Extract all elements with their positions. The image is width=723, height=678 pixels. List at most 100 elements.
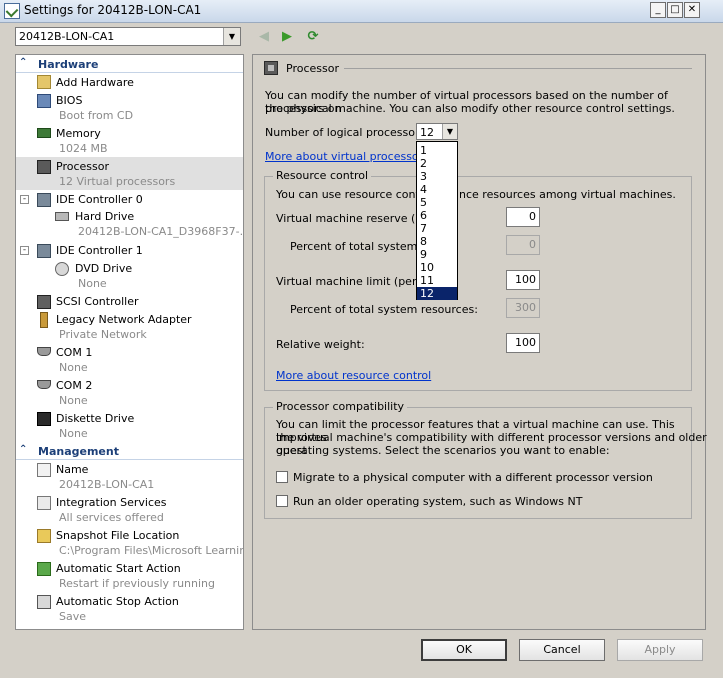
vm-selector[interactable]: 20412B-LON-CA1 ▼ [15,27,241,46]
sidebar-item-detail: None [59,427,88,440]
hardware-section-header[interactable]: ⌃ Hardware [16,56,243,73]
header-divider [344,68,692,69]
diskette-icon [37,412,51,426]
sidebar-item-detail: None [59,361,88,374]
dropdown-option[interactable]: 7 [417,222,457,235]
logical-processors-dropdown-list: 1 2 3 4 5 6 7 8 9 10 11 12 [416,141,458,300]
older-os-checkbox[interactable] [276,495,288,507]
dropdown-option[interactable]: 11 [417,274,457,287]
resource-control-desc-right: nce resources among virtual machines. [459,188,676,201]
vm-selector-value: 20412B-LON-CA1 [19,30,115,43]
sidebar-item-label: Name [56,463,89,476]
sidebar-item-automatic-stop-action[interactable]: Automatic Stop Action Save [16,594,243,624]
com-port-icon [37,347,51,356]
sidebar-item-hard-drive[interactable]: Hard Drive 20412B-LON-CA1_D3968F37-... [16,209,243,239]
sidebar-item-label: Automatic Stop Action [56,595,179,608]
management-section-header[interactable]: ⌃ Management [16,443,243,460]
processor-intro-line-2: the physical machine. You can also modif… [265,102,675,115]
sidebar-item-dvd-drive[interactable]: DVD Drive None [16,261,243,291]
dropdown-option[interactable]: 5 [417,196,457,209]
forward-arrow-icon[interactable]: ▶ [278,28,296,46]
resource-control-title: Resource control [273,169,372,182]
chevron-down-icon[interactable]: ▼ [223,28,240,45]
dropdown-option[interactable]: 9 [417,248,457,261]
older-os-checkbox-label[interactable]: Run an older operating system, such as W… [293,495,582,508]
stop-action-icon [37,595,51,609]
sidebar-item-name[interactable]: Name 20412B-LON-CA1 [16,462,243,492]
collapse-node-icon[interactable]: - [20,246,29,255]
sidebar-item-automatic-start-action[interactable]: Automatic Start Action Restart if previo… [16,561,243,591]
scsi-controller-icon [37,295,51,309]
sidebar-item-detail: Private Network [59,328,147,341]
dropdown-option-selected[interactable]: 12 [417,287,457,300]
collapse-node-icon[interactable]: - [20,195,29,204]
migrate-checkbox[interactable] [276,471,288,483]
sidebar-item-detail: 20412B-LON-CA1 [59,478,155,491]
sidebar-item-diskette-drive[interactable]: Diskette Drive None [16,411,243,441]
sidebar-item-label: COM 1 [56,346,93,359]
sidebar-item-legacy-network-adapter[interactable]: Legacy Network Adapter Private Network [16,312,243,342]
sidebar-item-add-hardware[interactable]: Add Hardware [16,75,243,91]
dropdown-option[interactable]: 4 [417,183,457,196]
sidebar-item-label: Add Hardware [56,76,134,89]
maximize-button[interactable]: □ [667,2,683,18]
vm-limit-input[interactable]: 100 [506,270,540,290]
sidebar-item-label: Hard Drive [75,210,135,223]
dvd-drive-icon [55,262,69,276]
sidebar-item-integration-services[interactable]: Integration Services All services offere… [16,495,243,525]
sidebar-item-label: BIOS [56,94,83,107]
back-arrow-icon[interactable]: ◀ [255,28,273,46]
dropdown-option[interactable]: 3 [417,170,457,183]
sidebar-item-ide-controller-1[interactable]: - IDE Controller 1 [16,243,243,259]
sidebar-item-detail: None [78,277,107,290]
sidebar-item-com-2[interactable]: COM 2 None [16,378,243,408]
limit-percent-value: 300 [506,298,540,318]
dropdown-option[interactable]: 8 [417,235,457,248]
snapshot-folder-icon [37,529,51,543]
sidebar-item-label: IDE Controller 0 [56,193,143,206]
sidebar-item-com-1[interactable]: COM 1 None [16,345,243,375]
memory-icon [37,128,51,138]
collapse-icon[interactable]: ⌃ [19,444,27,455]
apply-button[interactable]: Apply [617,639,703,661]
sidebar-item-memory[interactable]: Memory 1024 MB [16,126,243,156]
sidebar-item-detail: 1024 MB [59,142,108,155]
settings-tree: ⌃ Hardware Add Hardware BIOS Boot from C… [15,54,244,630]
migrate-checkbox-label[interactable]: Migrate to a physical computer with a di… [293,471,653,484]
ok-button[interactable]: OK [421,639,507,661]
relative-weight-input[interactable]: 100 [506,333,540,353]
vm-reserve-label: Virtual machine reserve (perc [276,212,440,225]
dropdown-option[interactable]: 10 [417,261,457,274]
name-icon [37,463,51,477]
close-button[interactable]: ✕ [684,2,700,18]
sidebar-item-processor[interactable]: Processor 12 Virtual processors [16,157,243,190]
more-about-virtual-processors-link[interactable]: More about virtual processors [265,150,429,163]
sidebar-item-detail: C:\Program Files\Microsoft Learnin... [59,544,244,557]
sidebar-item-detail: 20412B-LON-CA1_D3968F37-... [78,225,244,238]
cancel-button[interactable]: Cancel [519,639,605,661]
sidebar-item-label: SCSI Controller [56,295,139,308]
sidebar-item-label: Diskette Drive [56,412,135,425]
logical-processors-select[interactable]: 12 ▼ [416,123,458,140]
integration-services-icon [37,496,51,510]
sidebar-item-bios[interactable]: BIOS Boot from CD [16,93,243,123]
sidebar-item-snapshot-file-location[interactable]: Snapshot File Location C:\Program Files\… [16,528,243,558]
refresh-icon[interactable]: ⟳ [304,28,322,46]
sidebar-item-scsi-controller[interactable]: SCSI Controller [16,294,243,310]
sidebar-item-ide-controller-0[interactable]: - IDE Controller 0 [16,192,243,208]
minimize-button[interactable]: _ [650,2,666,18]
sidebar-item-label: IDE Controller 1 [56,244,143,257]
collapse-icon[interactable]: ⌃ [19,57,27,68]
reserve-percent-value: 0 [506,235,540,255]
com-port-icon [37,380,51,389]
dropdown-option[interactable]: 1 [417,144,457,157]
dropdown-option[interactable]: 6 [417,209,457,222]
more-about-resource-control-link[interactable]: More about resource control [276,369,431,382]
dropdown-option[interactable]: 2 [417,157,457,170]
vm-reserve-input[interactable]: 0 [506,207,540,227]
sidebar-item-detail: Boot from CD [59,109,134,122]
management-section-label: Management [38,445,119,458]
compat-desc-line-3: operating systems. Select the scenarios … [276,444,610,457]
title-bar: Settings for 20412B-LON-CA1 _ □ ✕ [0,0,723,23]
chevron-down-icon[interactable]: ▼ [442,124,457,139]
